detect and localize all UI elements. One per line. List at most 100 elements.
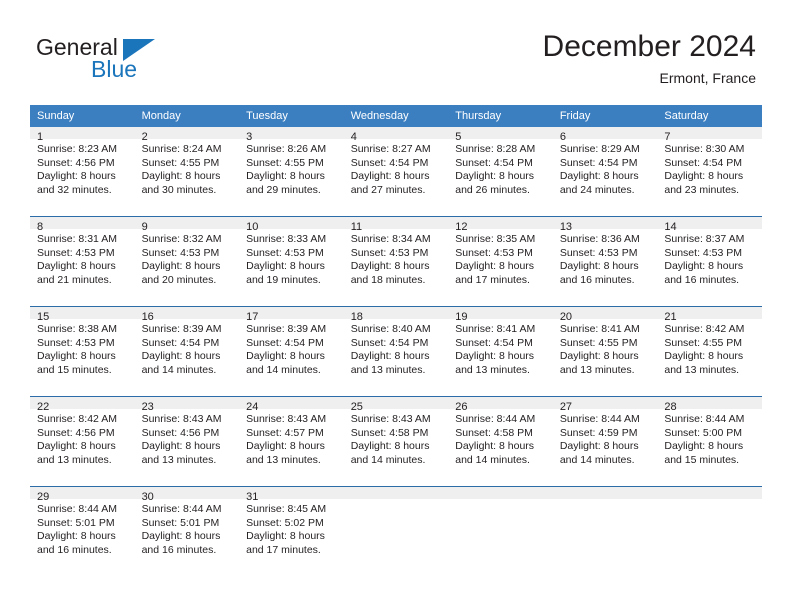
day-details: Sunrise: 8:35 AM Sunset: 4:53 PM Daylight:…	[448, 229, 553, 287]
daylight-text-line2: and 26 minutes.	[455, 183, 530, 196]
day-details: Sunrise: 8:27 AM Sunset: 4:54 PM Daylight:…	[344, 139, 449, 197]
calendar-day-cell[interactable]: 6 Sunrise: 8:29 AM Sunset: 4:54 PM Daylight…	[552, 127, 658, 217]
daylight-text-line2: and 13 minutes.	[141, 453, 217, 466]
sunset-text: Sunset: 4:56 PM	[37, 426, 115, 439]
calendar-day-cell[interactable]: 7 Sunrise: 8:30 AM Sunset: 4:54 PM Daylight…	[657, 127, 762, 217]
calendar-day-cell[interactable]: 18 Sunrise: 8:40 AM Sunset: 4:54 PM Dayligh…	[343, 306, 449, 397]
day-cell-content: 22 Sunrise: 8:42 AM Sunset: 4:56 PM Dayligh…	[30, 397, 135, 486]
daylight-text-line2: and 17 minutes.	[455, 273, 530, 286]
day-details: Sunrise: 8:42 AM Sunset: 4:56 PM Daylight:…	[30, 409, 135, 467]
sunrise-text: Sunrise: 8:32 AM	[141, 233, 222, 245]
sunset-text: Sunset: 5:00 PM	[664, 426, 743, 439]
calendar-day-cell[interactable]: 5 Sunrise: 8:28 AM Sunset: 4:54 PM Daylight…	[448, 127, 553, 217]
sunrise-text: Sunrise: 8:43 AM	[141, 413, 222, 425]
daylight-text-line1: Daylight: 8 hours	[664, 170, 744, 183]
day-cell-content	[343, 487, 449, 576]
calendar-day-cell[interactable]: 21 Sunrise: 8:42 AM Sunset: 4:55 PM Dayligh…	[657, 306, 762, 397]
daylight-text-line1: Daylight: 8 hours	[559, 440, 639, 453]
day-cell-content: 2 Sunrise: 8:24 AM Sunset: 4:55 PM Daylight…	[134, 127, 240, 216]
calendar-day-cell[interactable]: 28 Sunrise: 8:44 AM Sunset: 5:00 PM Dayligh…	[657, 396, 762, 487]
day-number: 18	[343, 307, 449, 323]
day-cell-content: 15 Sunrise: 8:38 AM Sunset: 4:53 PM Dayligh…	[30, 307, 135, 396]
day-cell-content: 21 Sunrise: 8:42 AM Sunset: 4:55 PM Dayligh…	[657, 307, 762, 396]
calendar-day-cell[interactable]: 1 Sunrise: 8:23 AM Sunset: 4:56 PM Daylight…	[30, 127, 135, 217]
day-cell-content: 27 Sunrise: 8:44 AM Sunset: 4:59 PM Dayligh…	[552, 397, 658, 486]
sunset-text: Sunset: 4:53 PM	[559, 246, 638, 259]
day-details: Sunrise: 8:44 AM Sunset: 5:01 PM Daylight:…	[135, 499, 240, 557]
calendar-day-cell[interactable]: 17 Sunrise: 8:39 AM Sunset: 4:54 PM Dayligh…	[239, 306, 344, 397]
sunrise-text: Sunrise: 8:23 AM	[37, 143, 117, 155]
sunset-text: Sunset: 4:54 PM	[141, 336, 220, 349]
sunset-text: Sunset: 4:58 PM	[350, 426, 429, 439]
sunrise-text: Sunrise: 8:36 AM	[559, 233, 640, 245]
day-details: Sunrise: 8:39 AM Sunset: 4:54 PM Daylight:…	[135, 319, 240, 377]
calendar-day-cell[interactable]: 20 Sunrise: 8:41 AM Sunset: 4:55 PM Dayligh…	[552, 306, 658, 397]
daylight-text-line2: and 23 minutes.	[664, 183, 740, 196]
calendar-day-cell[interactable]: 3 Sunrise: 8:26 AM Sunset: 4:55 PM Daylight…	[239, 127, 344, 217]
calendar-day-cell[interactable]: 13 Sunrise: 8:36 AM Sunset: 4:53 PM Dayligh…	[552, 216, 658, 307]
calendar-week-row: 22 Sunrise: 8:42 AM Sunset: 4:56 PM Dayligh…	[30, 396, 762, 487]
calendar-day-cell[interactable]: 9 Sunrise: 8:32 AM Sunset: 4:53 PM Daylight…	[134, 216, 240, 307]
calendar-day-cell[interactable]: 30 Sunrise: 8:44 AM Sunset: 5:01 PM Dayligh…	[134, 486, 240, 576]
daylight-text-line1: Daylight: 8 hours	[455, 170, 535, 183]
sunset-text: Sunset: 4:53 PM	[141, 246, 220, 259]
day-details: Sunrise: 8:32 AM Sunset: 4:53 PM Daylight:…	[135, 229, 240, 287]
calendar-day-cell[interactable]: 16 Sunrise: 8:39 AM Sunset: 4:54 PM Dayligh…	[134, 306, 240, 397]
sunrise-text: Sunrise: 8:28 AM	[455, 143, 536, 155]
daylight-text-line2: and 16 minutes.	[664, 273, 740, 286]
day-details: Sunrise: 8:31 AM Sunset: 4:53 PM Daylight:…	[30, 229, 135, 287]
day-number: 30	[134, 487, 240, 503]
day-number	[448, 487, 553, 499]
daylight-text-line1: Daylight: 8 hours	[37, 530, 116, 543]
logo-text-blue: Blue	[91, 56, 138, 82]
daylight-text-line2: and 13 minutes.	[350, 363, 426, 376]
sunset-text: Sunset: 4:55 PM	[246, 156, 324, 169]
sunset-text: Sunset: 4:54 PM	[559, 156, 638, 169]
day-details: Sunrise: 8:41 AM Sunset: 4:54 PM Daylight:…	[448, 319, 553, 377]
calendar-day-cell	[448, 486, 553, 576]
day-cell-content	[448, 487, 553, 576]
calendar-day-cell[interactable]: 29 Sunrise: 8:44 AM Sunset: 5:01 PM Dayligh…	[30, 486, 135, 576]
daylight-text-line1: Daylight: 8 hours	[455, 440, 535, 453]
calendar-day-cell[interactable]: 8 Sunrise: 8:31 AM Sunset: 4:53 PM Daylight…	[30, 216, 135, 307]
day-number: 17	[239, 307, 344, 323]
calendar-day-cell[interactable]: 14 Sunrise: 8:37 AM Sunset: 4:53 PM Dayligh…	[657, 216, 762, 307]
general-blue-logo[interactable]: General Blue	[36, 34, 226, 90]
calendar-day-cell[interactable]: 15 Sunrise: 8:38 AM Sunset: 4:53 PM Dayligh…	[30, 306, 135, 397]
day-details: Sunrise: 8:44 AM Sunset: 4:59 PM Daylight:…	[553, 409, 658, 467]
daylight-text-line1: Daylight: 8 hours	[141, 530, 221, 543]
calendar-day-cell[interactable]: 23 Sunrise: 8:43 AM Sunset: 4:56 PM Dayligh…	[134, 396, 240, 487]
sunset-text: Sunset: 4:54 PM	[455, 336, 533, 349]
day-cell-content: 19 Sunrise: 8:41 AM Sunset: 4:54 PM Dayligh…	[448, 307, 553, 396]
sunrise-text: Sunrise: 8:33 AM	[246, 233, 327, 245]
sunrise-text: Sunrise: 8:45 AM	[246, 503, 327, 515]
day-number: 12	[448, 217, 553, 233]
daylight-text-line2: and 13 minutes.	[455, 363, 530, 376]
day-cell-content: 5 Sunrise: 8:28 AM Sunset: 4:54 PM Daylight…	[448, 127, 553, 216]
calendar-day-cell[interactable]: 11 Sunrise: 8:34 AM Sunset: 4:53 PM Dayligh…	[343, 216, 449, 307]
calendar-day-cell[interactable]: 25 Sunrise: 8:43 AM Sunset: 4:58 PM Dayligh…	[343, 396, 449, 487]
calendar-day-cell[interactable]: 4 Sunrise: 8:27 AM Sunset: 4:54 PM Daylight…	[343, 127, 449, 217]
calendar-day-cell[interactable]: 27 Sunrise: 8:44 AM Sunset: 4:59 PM Dayligh…	[552, 396, 658, 487]
calendar-day-cell[interactable]: 22 Sunrise: 8:42 AM Sunset: 4:56 PM Dayligh…	[30, 396, 135, 487]
day-number	[343, 487, 449, 499]
daylight-text-line2: and 19 minutes.	[246, 273, 321, 286]
daylight-text-line1: Daylight: 8 hours	[664, 350, 744, 363]
day-number	[657, 487, 762, 499]
daylight-text-line2: and 14 minutes.	[350, 453, 426, 466]
calendar-day-cell[interactable]: 26 Sunrise: 8:44 AM Sunset: 4:58 PM Dayligh…	[448, 396, 553, 487]
calendar-day-cell[interactable]: 10 Sunrise: 8:33 AM Sunset: 4:53 PM Dayligh…	[239, 216, 344, 307]
day-number: 9	[134, 217, 240, 233]
day-cell-content	[552, 487, 658, 576]
calendar-day-cell[interactable]: 24 Sunrise: 8:43 AM Sunset: 4:57 PM Dayligh…	[239, 396, 344, 487]
sunset-text: Sunset: 4:57 PM	[246, 426, 324, 439]
calendar-day-cell[interactable]: 31 Sunrise: 8:45 AM Sunset: 5:02 PM Dayligh…	[239, 486, 344, 576]
day-cell-content: 23 Sunrise: 8:43 AM Sunset: 4:56 PM Dayligh…	[134, 397, 240, 486]
calendar-week-row: 8 Sunrise: 8:31 AM Sunset: 4:53 PM Daylight…	[30, 216, 762, 307]
day-details: Sunrise: 8:40 AM Sunset: 4:54 PM Daylight:…	[344, 319, 449, 377]
day-number: 16	[134, 307, 240, 323]
sunset-text: Sunset: 4:53 PM	[246, 246, 324, 259]
calendar-day-cell[interactable]: 12 Sunrise: 8:35 AM Sunset: 4:53 PM Dayligh…	[448, 216, 553, 307]
calendar-day-cell[interactable]: 19 Sunrise: 8:41 AM Sunset: 4:54 PM Dayligh…	[448, 306, 553, 397]
calendar-day-cell[interactable]: 2 Sunrise: 8:24 AM Sunset: 4:55 PM Daylight…	[134, 127, 240, 217]
